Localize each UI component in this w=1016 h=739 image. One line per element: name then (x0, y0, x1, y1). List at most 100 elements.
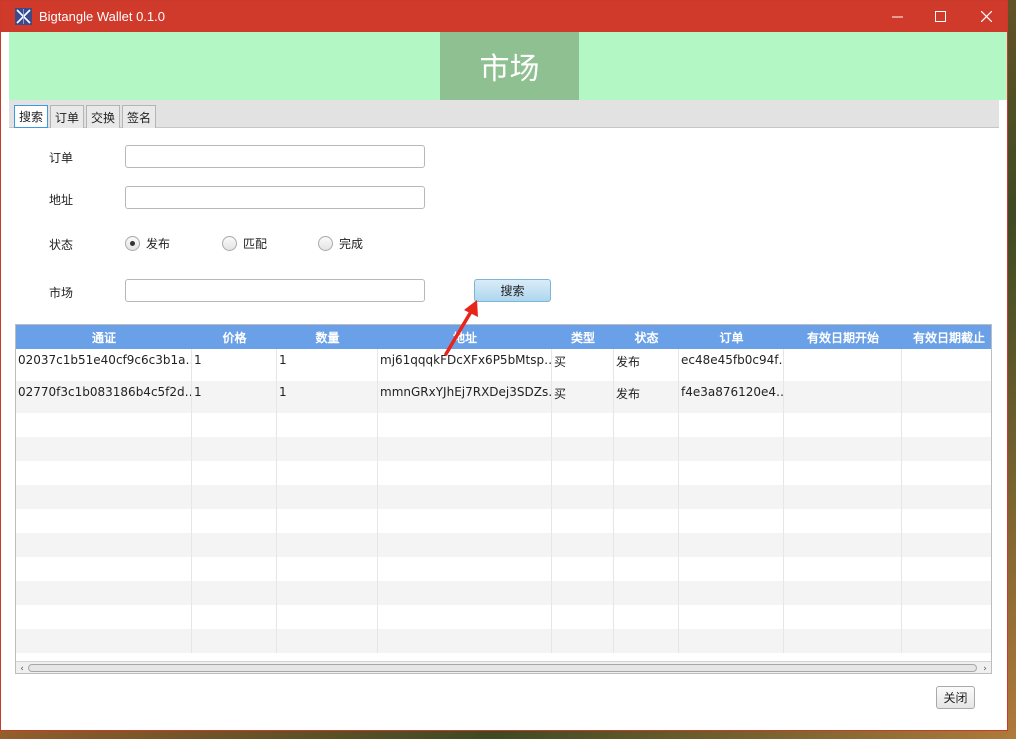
cell-type: 买 (552, 381, 614, 413)
tab-orders[interactable]: 订单 (50, 105, 84, 128)
results-table[interactable]: 通证 价格 数量 地址 类型 状态 订单 有效日期开始 有效日期截止 02037… (15, 324, 992, 674)
cell-valid-from (784, 381, 902, 413)
radio-checked-icon (125, 236, 140, 251)
empty-cell (16, 557, 192, 581)
empty-cell (552, 509, 614, 533)
empty-cell (192, 557, 277, 581)
empty-cell (614, 437, 679, 461)
table-row[interactable]: 02037c1b51e40cf9c6c3b1a… 1 1 mj61qqqkFDc… (16, 349, 991, 381)
empty-cell (16, 485, 192, 509)
empty-cell (378, 509, 552, 533)
empty-table-row (16, 437, 991, 461)
address-label: 地址 (49, 193, 74, 207)
empty-table-row (16, 485, 991, 509)
empty-cell (192, 461, 277, 485)
status-radio-completed[interactable]: 完成 (318, 235, 363, 252)
empty-cell (16, 509, 192, 533)
minimize-icon (891, 16, 903, 18)
empty-cell (378, 629, 552, 653)
cell-status: 发布 (614, 349, 679, 381)
column-header[interactable]: 有效日期截止 (902, 325, 991, 349)
address-input[interactable] (125, 186, 425, 209)
status-radio-matched[interactable]: 匹配 (222, 235, 267, 252)
empty-table-row (16, 581, 991, 605)
column-header[interactable]: 数量 (277, 325, 378, 349)
empty-cell (16, 461, 192, 485)
empty-cell (614, 485, 679, 509)
empty-cell (902, 461, 991, 485)
empty-cell (679, 485, 784, 509)
empty-cell (614, 413, 679, 437)
maximize-button[interactable] (917, 1, 963, 32)
empty-cell (552, 437, 614, 461)
maximize-icon (934, 11, 946, 22)
empty-table-row (16, 605, 991, 629)
column-header[interactable]: 状态 (614, 325, 679, 349)
empty-cell (552, 629, 614, 653)
table-row[interactable]: 02770f3c1b083186b4c5f2d… 1 1 mmnGRxYJhEj… (16, 381, 991, 413)
cell-valid-from (784, 349, 902, 381)
empty-cell (784, 509, 902, 533)
column-header[interactable]: 价格 (192, 325, 277, 349)
empty-cell (902, 437, 991, 461)
empty-cell (552, 461, 614, 485)
minimize-button[interactable] (874, 1, 920, 32)
title-bar[interactable]: Bigtangle Wallet 0.1.0 (1, 1, 1007, 32)
banner-title: 市场 (440, 32, 579, 100)
empty-cell (192, 533, 277, 557)
empty-cell (902, 605, 991, 629)
empty-cell (614, 557, 679, 581)
empty-cell (277, 581, 378, 605)
empty-cell (378, 557, 552, 581)
empty-cell (902, 581, 991, 605)
empty-cell (614, 509, 679, 533)
empty-cell (902, 509, 991, 533)
tab-search[interactable]: 搜索 (14, 105, 48, 128)
status-radio-published[interactable]: 发布 (125, 235, 170, 252)
empty-cell (277, 485, 378, 509)
empty-cell (784, 605, 902, 629)
empty-cell (378, 581, 552, 605)
scroll-right-icon[interactable]: › (980, 663, 990, 674)
empty-table-row (16, 509, 991, 533)
cell-order: f4e3a876120e4… (679, 381, 784, 413)
banner: 市场 (9, 32, 1007, 100)
scroll-left-icon[interactable]: ‹ (17, 663, 27, 674)
empty-cell (552, 413, 614, 437)
column-header[interactable]: 通证 (16, 325, 192, 349)
cell-valid-to (902, 349, 991, 381)
radio-label: 完成 (339, 237, 364, 251)
market-input[interactable] (125, 279, 425, 302)
empty-cell (679, 413, 784, 437)
empty-cell (378, 533, 552, 557)
order-input[interactable] (125, 145, 425, 168)
tab-sign[interactable]: 签名 (122, 105, 156, 128)
scrollbar-thumb[interactable] (28, 664, 977, 672)
empty-cell (552, 557, 614, 581)
empty-cell (679, 557, 784, 581)
empty-cell (679, 533, 784, 557)
empty-cell (192, 581, 277, 605)
empty-cell (784, 629, 902, 653)
cell-status: 发布 (614, 381, 679, 413)
empty-cell (277, 509, 378, 533)
empty-cell (378, 413, 552, 437)
empty-cell (552, 581, 614, 605)
cell-type: 买 (552, 349, 614, 381)
close-window-button[interactable] (963, 1, 1009, 32)
horizontal-scrollbar[interactable]: ‹ › (16, 661, 991, 674)
empty-cell (614, 581, 679, 605)
status-label: 状态 (49, 238, 74, 252)
empty-cell (784, 413, 902, 437)
close-button[interactable]: 关闭 (936, 686, 975, 709)
column-header[interactable]: 订单 (679, 325, 784, 349)
empty-cell (552, 533, 614, 557)
empty-cell (378, 485, 552, 509)
table-header: 通证 价格 数量 地址 类型 状态 订单 有效日期开始 有效日期截止 (16, 325, 991, 349)
empty-cell (902, 533, 991, 557)
tab-exchange[interactable]: 交换 (86, 105, 120, 128)
column-header[interactable]: 有效日期开始 (784, 325, 902, 349)
column-header[interactable]: 类型 (552, 325, 614, 349)
empty-cell (277, 605, 378, 629)
cell-valid-to (902, 381, 991, 413)
